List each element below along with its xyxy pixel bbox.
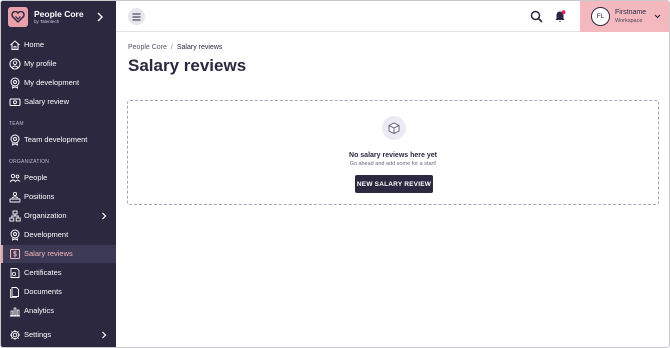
sidebar: People Core by Talentech Home My profile bbox=[1, 1, 116, 347]
development-icon bbox=[10, 134, 20, 146]
people-icon bbox=[9, 173, 21, 183]
sidebar-item-analytics[interactable]: Analytics bbox=[1, 302, 116, 320]
sidebar-item-label: Salary reviews bbox=[24, 249, 73, 258]
breadcrumb: People Core / Salary reviews bbox=[128, 44, 222, 51]
sidebar-item-label: People bbox=[24, 173, 48, 182]
sidebar-item-development[interactable]: Development bbox=[1, 226, 116, 244]
user-circle-icon bbox=[9, 58, 21, 70]
brand-logo-icon bbox=[8, 7, 28, 27]
sidebar-item-positions[interactable]: Positions bbox=[1, 188, 116, 206]
new-salary-review-button[interactable]: NEW SALARY REVIEW bbox=[355, 175, 433, 193]
sidebar-item-label: Settings bbox=[24, 330, 52, 339]
chevron-right-icon bbox=[102, 331, 107, 339]
brand-subtitle: by Talentech bbox=[34, 19, 60, 24]
box-icon bbox=[382, 116, 406, 140]
sidebar-item-label: Positions bbox=[24, 192, 55, 201]
sidebar-item-organization[interactable]: Organization bbox=[1, 207, 116, 225]
breadcrumb-current: Salary reviews bbox=[176, 44, 223, 51]
section-title-team: TEAM bbox=[9, 121, 24, 127]
gear-icon bbox=[10, 330, 20, 340]
sidebar-item-settings[interactable]: Settings bbox=[1, 326, 116, 344]
menu-button[interactable] bbox=[128, 8, 145, 25]
development-icon bbox=[10, 229, 20, 241]
breadcrumb-root-link[interactable]: People Core bbox=[128, 44, 167, 51]
avatar: FL bbox=[591, 7, 610, 26]
empty-state: No salary reviews here yet Go ahead and … bbox=[127, 100, 659, 205]
sidebar-item-team-development[interactable]: Team development bbox=[1, 131, 116, 149]
notification-dot bbox=[561, 10, 566, 15]
sidebar-item-label: Home bbox=[24, 40, 45, 49]
sidebar-item-label: My development bbox=[24, 78, 80, 87]
sidebar-item-home[interactable]: Home bbox=[1, 36, 116, 54]
sidebar-item-label: Certificates bbox=[24, 268, 62, 277]
main-content: People Core / Salary reviews Salary review… bbox=[116, 32, 669, 347]
section-title-organization: ORGANIZATION bbox=[9, 159, 50, 165]
hamburger-icon bbox=[132, 13, 141, 20]
sidebar-item-label: Organization bbox=[24, 211, 67, 220]
brand-switcher[interactable]: People Core by Talentech bbox=[1, 1, 116, 33]
sidebar-item-salary-review[interactable]: Salary review bbox=[1, 93, 116, 111]
sidebar-item-people[interactable]: People bbox=[1, 169, 116, 187]
empty-state-subtitle: Go ahead and add some for a start! bbox=[349, 161, 437, 167]
sidebar-item-my-development[interactable]: My development bbox=[1, 74, 116, 92]
sidebar-item-label: Analytics bbox=[24, 306, 55, 315]
page-title: Salary reviews bbox=[128, 56, 247, 75]
search-icon[interactable] bbox=[530, 10, 543, 23]
app-window: People Core by Talentech Home My profile bbox=[0, 0, 670, 348]
certificate-icon bbox=[10, 268, 20, 278]
development-icon bbox=[10, 77, 20, 89]
user-workspace: Workspace bbox=[615, 18, 643, 24]
chevron-right-icon bbox=[102, 212, 107, 220]
chevron-down-icon bbox=[654, 14, 661, 19]
chevron-right-icon bbox=[97, 12, 103, 22]
breadcrumb-separator: / bbox=[170, 44, 173, 51]
brand-name: People Core bbox=[34, 9, 84, 19]
sidebar-item-label: Salary review bbox=[24, 97, 70, 106]
user-menu[interactable]: FL Firstname Workspace bbox=[580, 1, 669, 32]
home-icon bbox=[10, 40, 20, 50]
topbar: FL Firstname Workspace bbox=[116, 1, 669, 32]
analytics-icon bbox=[10, 307, 20, 317]
sidebar-item-label: Development bbox=[24, 230, 69, 239]
positions-icon bbox=[9, 191, 21, 203]
user-name: Firstname bbox=[615, 9, 647, 16]
sidebar-item-label: My profile bbox=[24, 59, 57, 68]
dollar-icon bbox=[10, 249, 20, 259]
sidebar-item-certificates[interactable]: Certificates bbox=[1, 264, 116, 282]
sidebar-item-my-profile[interactable]: My profile bbox=[1, 55, 116, 73]
money-icon bbox=[9, 98, 21, 106]
bell-icon[interactable] bbox=[554, 10, 566, 23]
sidebar-item-label: Team development bbox=[24, 135, 88, 144]
sidebar-item-documents[interactable]: Documents bbox=[1, 283, 116, 301]
sidebar-item-label: Documents bbox=[24, 287, 62, 296]
documents-icon bbox=[10, 287, 19, 298]
organization-icon bbox=[9, 210, 21, 222]
sidebar-item-salary-reviews[interactable]: Salary reviews bbox=[1, 245, 116, 263]
empty-state-title: No salary reviews here yet bbox=[349, 152, 437, 159]
